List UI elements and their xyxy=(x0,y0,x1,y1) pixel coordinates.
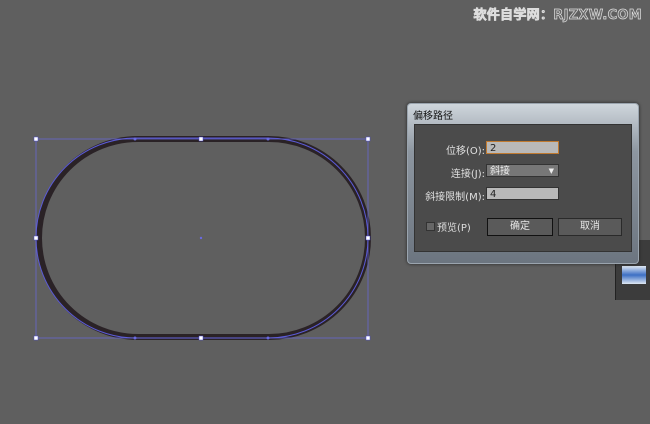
stadium-path[interactable] xyxy=(36,136,371,340)
preview-checkbox[interactable] xyxy=(426,222,435,231)
miter-limit-label: 斜接限制(M): xyxy=(425,192,485,203)
chevron-down-icon: ▼ xyxy=(548,167,554,175)
joins-select[interactable]: 斜接 ▼ xyxy=(486,164,559,177)
offset-label: 位移(O): xyxy=(445,146,485,157)
ok-button[interactable]: 确定 xyxy=(487,218,553,236)
swatch-thumbnail[interactable] xyxy=(622,266,646,284)
preview-label: 预览(P) xyxy=(437,223,471,234)
dialog-title: 偏移路径 xyxy=(413,111,453,122)
joins-value: 斜接 xyxy=(490,166,510,177)
offset-path-dialog: 偏移路径 位移(O): 2 连接(J): 斜接 ▼ 斜接限制(M): 4 预览(… xyxy=(407,103,639,264)
offset-input[interactable]: 2 xyxy=(486,141,559,154)
anchor-points xyxy=(133,137,270,340)
dialog-body: 位移(O): 2 连接(J): 斜接 ▼ 斜接限制(M): 4 预览(P) 确定… xyxy=(414,124,632,252)
miter-limit-input[interactable]: 4 xyxy=(486,187,559,200)
joins-label: 连接(J): xyxy=(450,169,485,180)
cancel-button[interactable]: 取消 xyxy=(558,218,622,236)
